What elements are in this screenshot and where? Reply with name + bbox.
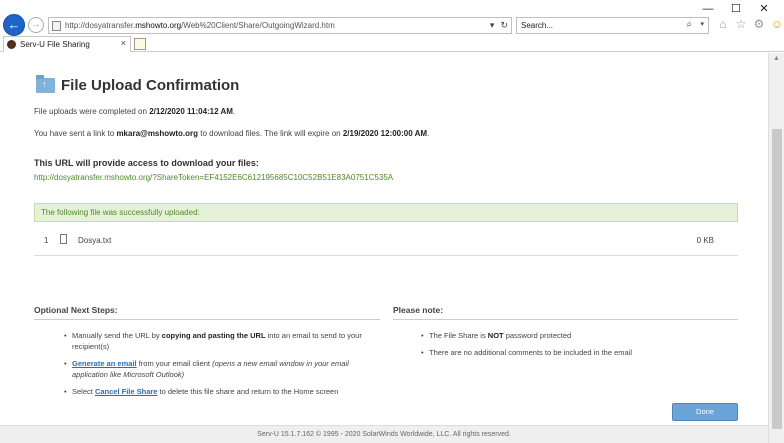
upload-folder-icon	[36, 75, 55, 93]
next-steps-panel: Optional Next Steps: Manually send the U…	[34, 305, 380, 397]
scroll-up-icon[interactable]: ▲	[773, 55, 780, 62]
note-title: Please note:	[393, 305, 738, 320]
scroll-thumb[interactable]	[772, 129, 782, 429]
document-icon	[60, 234, 67, 244]
vertical-scrollbar[interactable]: ▲	[768, 53, 784, 443]
favicon-icon	[7, 40, 16, 49]
next-step-item: Select Cancel File Share to delete this …	[34, 386, 380, 397]
forward-button[interactable]: →	[28, 17, 44, 33]
file-size: 0 KB	[696, 236, 714, 245]
back-button[interactable]: ←	[3, 14, 25, 36]
toolbar-icons: ⌂ ☆ ⚙ ☺	[716, 17, 784, 31]
note-item: There are no additional comments to be i…	[393, 347, 738, 358]
address-url[interactable]: http://dosyatransfer.mshowto.org/Web%20C…	[65, 21, 335, 30]
tab-close-icon[interactable]: ×	[121, 38, 126, 48]
url-heading: This URL will provide access to download…	[34, 158, 259, 168]
page-icon	[52, 20, 61, 31]
search-box[interactable]: Search... ⌕ ▾	[516, 17, 709, 34]
note-item: The File Share is NOT password protected	[393, 330, 738, 341]
file-name: Dosya.txt	[78, 236, 112, 245]
browser-toolbar: ← → http://dosyatransfer.mshowto.org/Web…	[0, 14, 784, 36]
search-icon[interactable]: ⌕	[686, 19, 692, 30]
address-bar[interactable]: http://dosyatransfer.mshowto.org/Web%20C…	[48, 17, 512, 34]
refresh-icon[interactable]: ↻	[500, 18, 508, 33]
share-url-link[interactable]: http://dosyatransfer.mshowto.org/?ShareT…	[34, 173, 393, 182]
file-index: 1	[44, 236, 49, 245]
search-input[interactable]: Search...	[521, 21, 553, 30]
page-footer: Serv-U 15.1.7.162 © 1995 - 2020 SolarWin…	[0, 425, 768, 443]
tab-title: Serv-U File Sharing	[20, 40, 90, 49]
note-panel: Please note: The File Share is NOT passw…	[393, 305, 738, 358]
page-content: File Upload Confirmation File uploads we…	[0, 53, 768, 443]
settings-gear-icon[interactable]: ⚙	[752, 17, 766, 31]
favorites-star-icon[interactable]: ☆	[734, 17, 748, 31]
tab-serv-u[interactable]: Serv-U File Sharing ×	[3, 36, 131, 52]
next-step-item: Generate an email from your email client…	[34, 358, 380, 380]
next-step-item: Manually send the URL by copying and pas…	[34, 330, 380, 352]
page-title: File Upload Confirmation	[61, 77, 240, 94]
next-steps-title: Optional Next Steps:	[34, 305, 380, 320]
home-icon[interactable]: ⌂	[716, 17, 730, 31]
dropdown-arrow-icon[interactable]: ▾	[490, 18, 495, 33]
search-dropdown-icon[interactable]: ▾	[700, 20, 704, 28]
success-banner: The following file was successfully uplo…	[34, 203, 738, 222]
page-header: File Upload Confirmation	[36, 75, 240, 94]
feedback-smiley-icon[interactable]: ☺	[770, 17, 784, 31]
tab-bar: Serv-U File Sharing ×	[0, 36, 784, 52]
sent-link-text: You have sent a link to mkara@mshowto.or…	[34, 129, 430, 138]
cancel-file-share-link[interactable]: Cancel File Share	[95, 387, 158, 396]
done-button[interactable]: Done	[672, 403, 738, 421]
file-row: 1 Dosya.txt 0 KB	[34, 228, 738, 256]
completed-text: File uploads were completed on 2/12/2020…	[34, 107, 236, 116]
address-actions: ▾ ↻	[490, 18, 508, 33]
new-tab-button[interactable]	[134, 38, 146, 50]
generate-email-link[interactable]: Generate an email	[72, 359, 137, 368]
